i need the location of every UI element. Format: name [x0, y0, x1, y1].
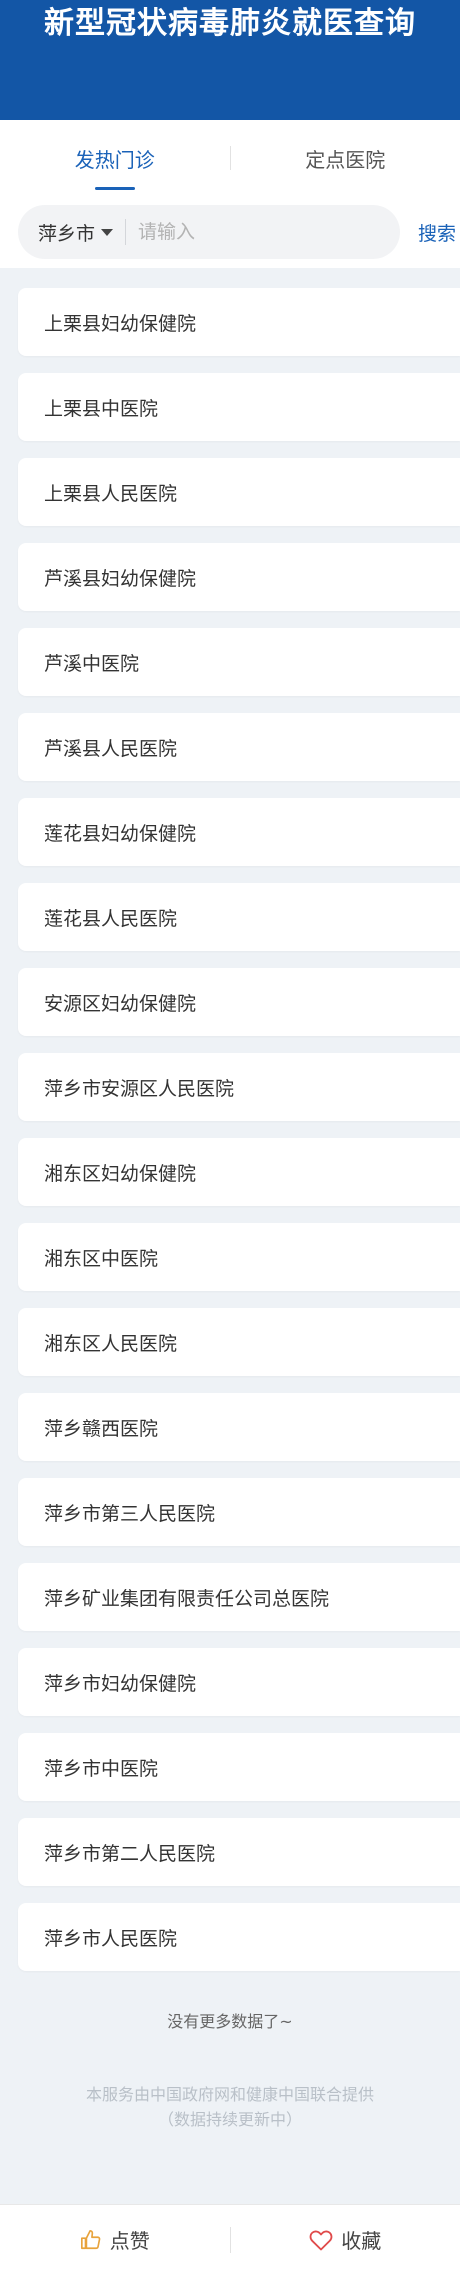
hospital-list-item[interactable]: 莲花县妇幼保健院 [18, 798, 460, 866]
hospital-list-item[interactable]: 上栗县人民医院 [18, 458, 460, 526]
hospital-name: 萍乡市人民医院 [44, 1927, 178, 1950]
page-header: 新型冠状病毒肺炎就医查询 [0, 0, 460, 120]
search-button[interactable]: 搜索 [418, 219, 456, 246]
hospital-name: 萍乡市安源区人民医院 [44, 1077, 235, 1100]
bottom-action-bar: 点赞 收藏 [0, 2204, 460, 2274]
hospital-name: 萍乡市第二人民医院 [44, 1842, 216, 1865]
like-button[interactable]: 点赞 [0, 2205, 230, 2274]
hospital-list: 上栗县妇幼保健院 上栗县中医院 上栗县人民医院 芦溪县妇幼保健院 芦溪中医院芦溪县人民医… [0, 288, 460, 1988]
hospital-list-item[interactable]: 湘东区人民医院 [18, 1308, 460, 1376]
hospital-name: 莲花县人民医院 [44, 907, 178, 930]
hospital-name: 芦溪中医院 [44, 652, 140, 675]
list-end-text: 没有更多数据了~ [167, 2012, 293, 2031]
hospital-name: 莲花县妇幼保健院 [44, 822, 197, 845]
hospital-name: 湘东区妇幼保健院 [44, 1162, 197, 1185]
thumbs-up-icon [80, 2229, 101, 2249]
hospital-list-item[interactable]: 芦溪县妇幼保健院 [18, 543, 460, 611]
hospital-list-item[interactable]: 芦溪县人民医院 [18, 713, 460, 781]
hospital-list-item[interactable]: 莲花县人民医院 [18, 883, 460, 951]
hospital-name: 萍乡矿业集团有限责任公司总医院 [44, 1587, 330, 1610]
hospital-list-item[interactable]: 安源区妇幼保健院 [18, 968, 460, 1036]
hospital-name: 上栗县妇幼保健院 [44, 312, 197, 335]
hospital-name: 芦溪县妇幼保健院 [44, 567, 197, 590]
search-input[interactable] [126, 205, 400, 259]
hospital-name: 萍乡市第三人民医院 [44, 1502, 216, 1525]
search-bar: 萍乡市 搜索 [0, 196, 460, 268]
hospital-name: 上栗县中医院 [44, 397, 159, 420]
tab-bar: 发热门诊 定点医院 [0, 120, 460, 196]
hospital-list-item[interactable]: 湘东区妇幼保健院 [18, 1138, 460, 1206]
footer-line-provider: 本服务由中国政府网和健康中国联合提供 [85, 2085, 374, 2104]
city-dropdown-label: 萍乡市 [38, 222, 96, 245]
hospital-list-item[interactable]: 萍乡市妇幼保健院 [18, 1648, 460, 1716]
hospital-list-item[interactable]: 萍乡矿业集团有限责任公司总医院 [18, 1563, 460, 1631]
search-box: 萍乡市 [18, 205, 400, 259]
hospital-name: 安源区妇幼保健院 [44, 992, 197, 1015]
favorite-button[interactable]: 收藏 [231, 2205, 460, 2274]
chevron-down-icon [101, 228, 114, 236]
page-title: 新型冠状病毒肺炎就医查询 [44, 6, 416, 41]
footer-note: 本服务由中国政府网和健康中国联合提供 （数据持续更新中） [0, 2082, 460, 2132]
hospital-name: 上栗县人民医院 [44, 482, 178, 505]
tab-fever-clinic[interactable]: 发热门诊 [0, 120, 230, 196]
heart-icon [309, 2230, 333, 2250]
hospital-list-item[interactable]: 湘东区中医院 [18, 1223, 460, 1291]
hospital-name: 湘东区人民医院 [44, 1332, 178, 1355]
city-dropdown[interactable]: 萍乡市 [18, 205, 125, 259]
hospital-name: 湘东区中医院 [44, 1247, 159, 1270]
hospital-name: 芦溪县人民医院 [44, 737, 178, 760]
like-label: 点赞 [109, 2229, 150, 2253]
hospital-list-item[interactable]: 萍乡市安源区人民医院 [18, 1053, 460, 1121]
hospital-list-item[interactable]: 萍乡赣西医院 [18, 1393, 460, 1461]
hospital-list-item[interactable]: 萍乡市中医院 [18, 1733, 460, 1801]
hospital-list-item[interactable]: 芦溪中医院 [18, 628, 460, 696]
hospital-list-item[interactable]: 上栗县中医院 [18, 373, 460, 441]
hospital-name: 萍乡市中医院 [44, 1757, 159, 1780]
hospital-name: 萍乡赣西医院 [44, 1417, 159, 1440]
tab-designated-hospital[interactable]: 定点医院 [231, 120, 460, 196]
footer-line-update: （数据持续更新中） [157, 2110, 302, 2129]
hospital-list-item[interactable]: 萍乡市人民医院 [18, 1903, 460, 1971]
hospital-list-item[interactable]: 上栗县妇幼保健院 [18, 288, 460, 356]
hospital-name: 萍乡市妇幼保健院 [44, 1672, 197, 1695]
favorite-label: 收藏 [341, 2229, 382, 2253]
hospital-list-item[interactable]: 萍乡市第二人民医院 [18, 1818, 460, 1886]
hospital-list-item[interactable]: 萍乡市第三人民医院 [18, 1478, 460, 1546]
